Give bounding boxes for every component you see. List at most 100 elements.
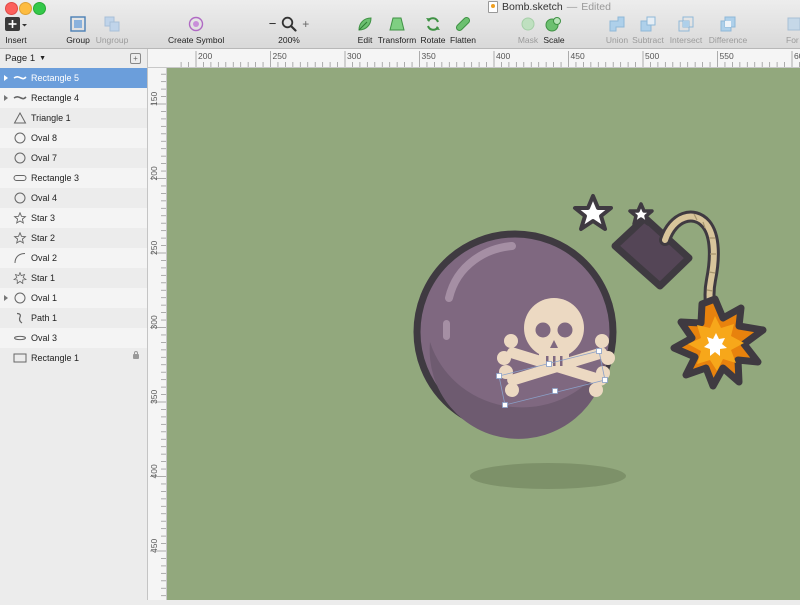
layer-item[interactable]: Oval 3 <box>0 328 147 348</box>
page-name: Page 1 <box>5 52 36 64</box>
vertical-ruler-label: 150 <box>149 92 159 106</box>
layer-name: Oval 4 <box>31 193 58 203</box>
bomb-shadow[interactable] <box>470 463 626 489</box>
rounded-rectangle-icon <box>13 175 27 181</box>
flatten-button[interactable]: Flatten <box>449 15 477 45</box>
layer-item[interactable]: Triangle 1 <box>0 108 147 128</box>
flatten-icon <box>455 16 471 32</box>
layer-name: Star 3 <box>31 213 56 223</box>
horizontal-ruler[interactable]: 200 250 300 350 400 450 500 550 600 <box>148 49 800 68</box>
layer-name: Star 2 <box>31 233 56 243</box>
mask-button[interactable]: Mask <box>516 15 540 45</box>
edit-label: Edit <box>357 35 373 45</box>
star-small[interactable] <box>628 202 654 226</box>
vertical-ruler-label: 250 <box>149 241 159 255</box>
forward-icon <box>787 17 800 31</box>
close-window-button[interactable] <box>5 2 18 15</box>
scale-icon <box>545 17 561 32</box>
minimize-window-button[interactable] <box>19 2 32 15</box>
layer-item[interactable]: Rectangle 5 <box>0 68 147 88</box>
disclosure-triangle-icon[interactable] <box>4 95 8 101</box>
subtract-icon <box>640 16 656 32</box>
layer-item[interactable]: Oval 4 <box>0 188 147 208</box>
horizontal-ruler-label: 550 <box>720 51 734 61</box>
layer-item[interactable]: Star 1 <box>0 268 147 288</box>
edit-icon <box>358 17 372 31</box>
transform-icon <box>389 17 405 31</box>
layer-item[interactable]: Oval 2 <box>0 248 147 268</box>
vertical-ruler-label: 200 <box>149 166 159 180</box>
create-symbol-label: Create Symbol <box>168 35 225 45</box>
layer-name: Path 1 <box>31 313 58 323</box>
layer-name: Oval 3 <box>31 333 58 343</box>
transform-button[interactable]: Transform <box>377 15 417 45</box>
page-selector[interactable]: Page 1 ▼ + <box>0 49 147 67</box>
zoom-window-button[interactable] <box>33 2 46 15</box>
lock-icon[interactable] <box>133 351 139 359</box>
mask-label: Mask <box>517 35 539 45</box>
layer-name: Rectangle 4 <box>31 93 80 103</box>
starburst-icon <box>13 272 27 284</box>
vertical-ruler[interactable]: 150 200 250 300 350 400 450 <box>148 68 167 600</box>
intersect-label: Intersect <box>669 35 703 45</box>
horizontal-ruler-label: 200 <box>198 51 212 61</box>
subtract-button[interactable]: Subtract <box>632 15 664 45</box>
zoom-control[interactable]: − + 200% <box>266 15 312 45</box>
insert-label: Insert <box>5 35 27 45</box>
zoom-in-button[interactable]: + <box>302 15 309 33</box>
create-symbol-button[interactable]: Create Symbol <box>168 15 224 45</box>
layer-item[interactable]: Rectangle 1 <box>0 348 147 368</box>
rotate-button[interactable]: Rotate <box>420 15 446 45</box>
layer-name: Rectangle 3 <box>31 173 80 183</box>
intersect-button[interactable]: Intersect <box>668 15 704 45</box>
disclosure-triangle-icon[interactable] <box>4 75 8 81</box>
difference-label: Difference <box>708 35 748 45</box>
layer-item[interactable]: Star 3 <box>0 208 147 228</box>
add-page-icon[interactable]: + <box>130 53 141 64</box>
star-icon <box>13 232 27 244</box>
spark[interactable] <box>670 295 767 390</box>
canvas[interactable] <box>167 68 800 600</box>
oval-icon <box>14 292 26 304</box>
oval-icon <box>14 192 26 204</box>
rotate-icon <box>426 17 440 31</box>
vertical-ruler-label: 300 <box>149 315 159 329</box>
layer-item[interactable]: Oval 8 <box>0 128 147 148</box>
layer-name: Rectangle 1 <box>31 353 80 363</box>
vertical-ruler-label: 350 <box>149 390 159 404</box>
layer-item[interactable]: Star 2 <box>0 228 147 248</box>
forward-button[interactable]: For <box>786 15 800 45</box>
artboard <box>413 194 767 489</box>
scale-button[interactable]: Scale <box>542 15 566 45</box>
rotate-label: Rotate <box>420 35 446 45</box>
disclosure-triangle-icon[interactable] <box>4 295 8 301</box>
bomb-highlight-small[interactable] <box>443 320 450 340</box>
subtract-label: Subtract <box>632 35 664 45</box>
ungroup-icon <box>104 16 120 32</box>
layer-item[interactable]: Rectangle 4 <box>0 88 147 108</box>
difference-button[interactable]: Difference <box>707 15 749 45</box>
insert-button[interactable]: Insert <box>3 15 29 45</box>
ungroup-button[interactable]: Ungroup <box>95 15 129 45</box>
symbol-icon <box>188 16 204 32</box>
vertical-ruler-label: 450 <box>149 539 159 553</box>
rectangle-icon <box>13 353 27 363</box>
edit-button[interactable]: Edit <box>354 15 376 45</box>
vertical-ruler-label: 400 <box>149 464 159 478</box>
zoom-out-button[interactable]: − <box>269 15 277 33</box>
layer-item[interactable]: Path 1 <box>0 308 147 328</box>
path-wavy-icon <box>13 96 27 100</box>
star-large[interactable] <box>573 194 613 231</box>
union-icon <box>609 16 625 32</box>
document-icon <box>488 0 498 13</box>
layer-item[interactable]: Oval 7 <box>0 148 147 168</box>
layer-name: Oval 8 <box>31 133 58 143</box>
horizontal-ruler-label: 300 <box>347 51 361 61</box>
group-button[interactable]: Group <box>66 15 90 45</box>
forward-label: For <box>786 35 799 45</box>
layer-item[interactable]: Oval 1 <box>0 288 147 308</box>
union-button[interactable]: Union <box>604 15 630 45</box>
title-separator: — <box>566 0 578 13</box>
layer-name: Star 1 <box>31 273 56 283</box>
layer-item[interactable]: Rectangle 3 <box>0 168 147 188</box>
